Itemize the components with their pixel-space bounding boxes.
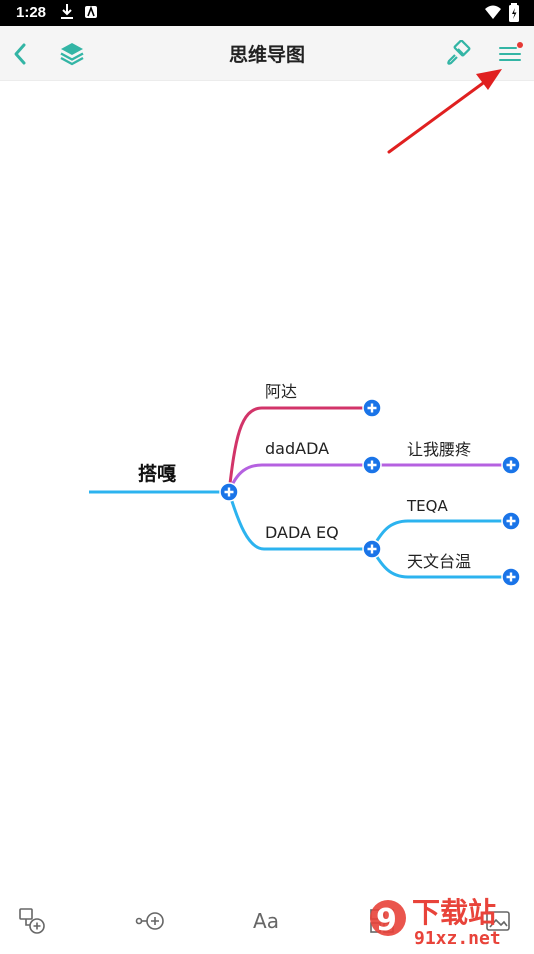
site-watermark: 9 下载站 91xz.net	[364, 890, 534, 950]
watermark-brand-cn: 下载站	[412, 896, 496, 929]
status-time: 1:28	[16, 4, 47, 21]
svg-text:9: 9	[376, 903, 397, 938]
app-notification-icon	[85, 5, 97, 18]
add-node-button-branch-3-child-1[interactable]	[501, 511, 521, 531]
status-bar: 1:28	[0, 0, 534, 26]
add-node-button-branch-2[interactable]	[362, 455, 382, 475]
add-node-button-branch-2-child[interactable]	[501, 455, 521, 475]
add-node-button-branch-3-child-2[interactable]	[501, 567, 521, 587]
download-icon	[61, 4, 73, 19]
watermark-logo-icon: 9 下载站 91xz.net	[370, 896, 501, 949]
root-node-label[interactable]: 搭嘎	[138, 462, 176, 485]
add-child-node-button[interactable]	[12, 901, 52, 941]
add-node-button-branch-3[interactable]	[362, 539, 382, 559]
font-style-label: Aa	[253, 909, 279, 933]
branch-2-child-label[interactable]: 让我腰疼	[407, 440, 471, 459]
mindmap-svg: 搭嘎 阿达 dadADA 让我腰疼 DADA EQ TEQA 天文台温	[89, 382, 521, 587]
add-subtopic-icon	[19, 908, 45, 934]
mindmap-canvas[interactable]: 搭嘎 阿达 dadADA 让我腰疼 DADA EQ TEQA 天文台温	[0, 81, 534, 891]
watermark-brand-url: 91xz.net	[414, 928, 501, 949]
branch-1-label[interactable]: 阿达	[265, 382, 297, 401]
branch-line-2	[227, 463, 372, 493]
branch-3-child-1-label[interactable]: TEQA	[406, 497, 448, 515]
battery-icon	[509, 3, 519, 22]
branch-2-label[interactable]: dadADA	[265, 439, 329, 458]
wifi-icon	[485, 5, 501, 19]
add-sibling-node-button[interactable]	[130, 901, 170, 941]
add-node-button-branch-1[interactable]	[362, 398, 382, 418]
add-node-button-root[interactable]	[219, 482, 239, 502]
branch-3-label[interactable]: DADA EQ	[265, 523, 339, 542]
add-sibling-icon	[135, 912, 164, 930]
notification-dot-icon	[517, 42, 523, 48]
font-style-button[interactable]: Aa	[246, 901, 286, 941]
branch-3-child-1-line	[370, 519, 511, 550]
branch-3-child-2-label[interactable]: 天文台温	[407, 552, 471, 571]
